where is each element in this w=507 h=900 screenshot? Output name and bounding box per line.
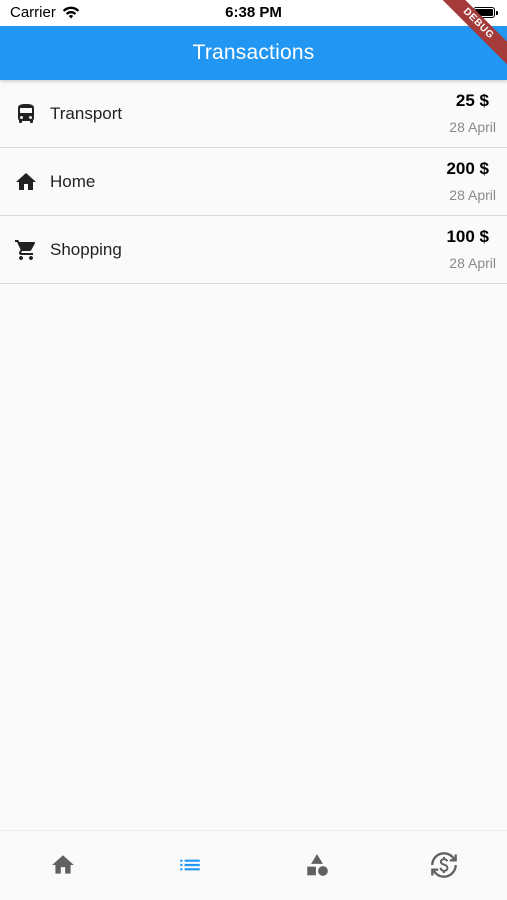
transaction-label: Transport <box>50 103 123 123</box>
bus-icon <box>13 101 39 127</box>
home-icon <box>13 169 39 195</box>
transaction-row-shopping[interactable]: Shopping 100 $ 28 April <box>0 216 507 284</box>
transaction-date: 28 April <box>449 187 496 203</box>
transaction-list: Transport 25 $ 28 April Home 200 $ 28 Ap… <box>0 80 507 284</box>
transaction-date: 28 April <box>449 119 496 135</box>
currency-exchange-icon <box>430 851 457 878</box>
transaction-amount: 25 $ <box>455 91 489 110</box>
nav-currency[interactable] <box>380 831 507 900</box>
transaction-amount: 100 $ <box>446 227 489 246</box>
transaction-row-home[interactable]: Home 200 $ 28 April <box>0 148 507 216</box>
transaction-label: Shopping <box>50 239 122 259</box>
app-bar: Transactions <box>0 26 507 80</box>
shopping-cart-icon <box>13 237 39 263</box>
status-time: 6:38 PM <box>225 4 282 21</box>
category-shapes-icon <box>307 853 328 876</box>
status-bar: Carrier 6:38 PM <box>0 0 507 26</box>
nav-transactions[interactable] <box>127 831 254 900</box>
transaction-row-transport[interactable]: Transport 25 $ 28 April <box>0 80 507 148</box>
page-title: Transactions <box>192 41 315 64</box>
transaction-amount: 200 $ <box>446 159 489 178</box>
home-icon <box>52 854 75 874</box>
transaction-date: 28 April <box>449 255 496 271</box>
nav-home[interactable] <box>0 831 127 900</box>
battery-icon <box>473 7 498 18</box>
transaction-label: Home <box>50 171 96 191</box>
bottom-navigation <box>0 830 507 900</box>
list-icon <box>180 859 200 870</box>
nav-categories[interactable] <box>254 831 381 900</box>
